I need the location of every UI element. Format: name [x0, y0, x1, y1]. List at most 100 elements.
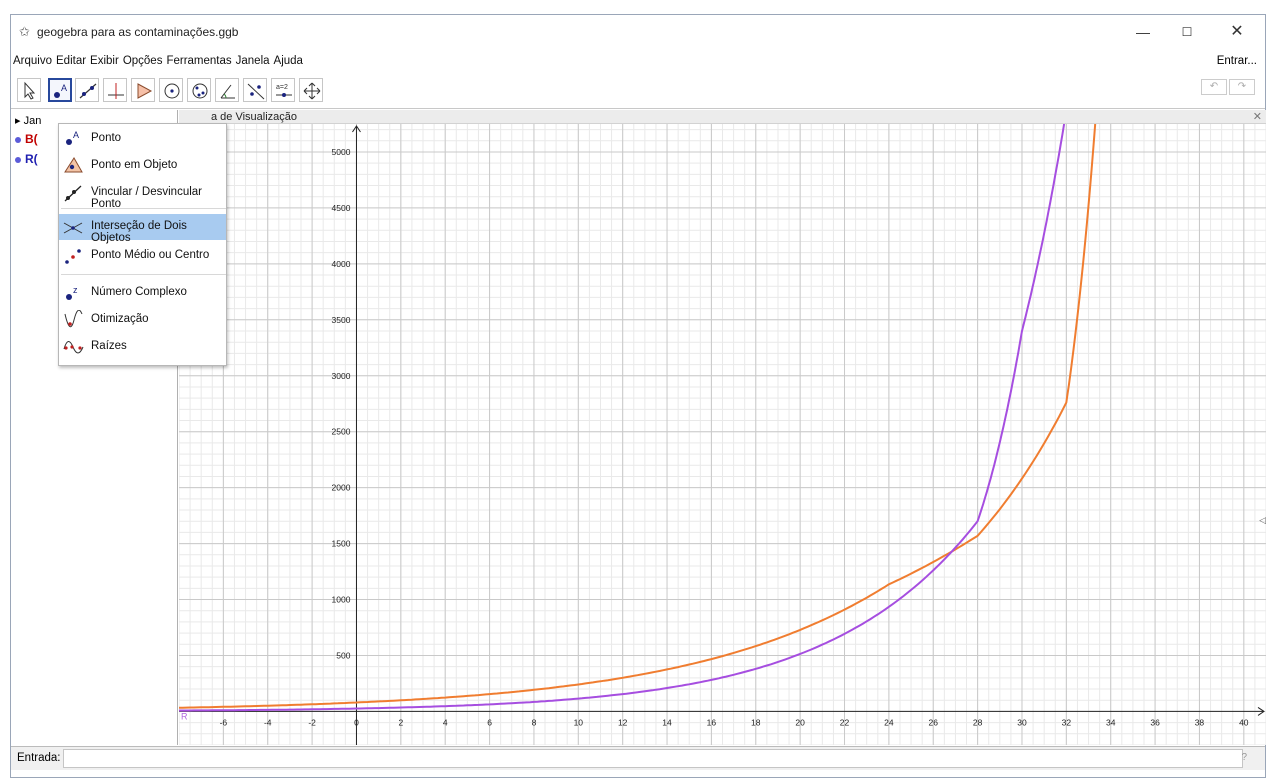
dropdown-item-vincular[interactable]: Vincular / Desvincular Ponto: [59, 180, 226, 210]
x-tick-label: 16: [707, 717, 717, 727]
reflect-tool-button[interactable]: [243, 78, 267, 102]
y-tick-label: 2000: [332, 483, 351, 493]
optimization-icon: [64, 310, 83, 328]
visibility-dot-icon[interactable]: [15, 136, 21, 143]
x-tick-label: 38: [1195, 717, 1205, 727]
dropdown-separator: [61, 208, 226, 209]
undo-button[interactable]: ↶: [1201, 79, 1227, 95]
x-tick-label: 30: [1017, 717, 1027, 727]
svg-text:a=2: a=2: [276, 84, 288, 91]
dropdown-item-otimizacao[interactable]: Otimização: [59, 307, 226, 333]
maximize-button[interactable]: ☐: [1165, 19, 1209, 45]
y-tick-label: 1500: [332, 539, 351, 549]
x-tick-label: 32: [1062, 717, 1072, 727]
geogebra-logo-icon: ✩: [19, 24, 30, 39]
angle-tool-icon: [220, 84, 235, 99]
x-tick-label: -2: [308, 717, 316, 727]
dropdown-item-ponto-medio[interactable]: Ponto Médio ou Centro: [59, 243, 226, 269]
circle-tool-icon: [164, 83, 180, 99]
conic-tool-button[interactable]: [187, 78, 211, 102]
dropdown-separator: [61, 274, 226, 275]
x-tick-label: 40: [1239, 717, 1249, 727]
x-tick-label: -6: [220, 717, 228, 727]
x-tick-label: 12: [618, 717, 628, 727]
menu-opcoes[interactable]: Opções: [121, 52, 165, 70]
visibility-dot-icon[interactable]: [15, 156, 21, 163]
graphics-close-icon[interactable]: ✕: [1253, 110, 1262, 124]
menu-exibir[interactable]: Exibir: [88, 52, 121, 70]
y-tick-label: 5000: [332, 147, 351, 157]
move-view-tool-icon: [303, 82, 321, 100]
x-tick-label: 18: [751, 717, 761, 727]
menu-ferramentas[interactable]: Ferramentas: [164, 52, 233, 70]
svg-text:A: A: [61, 83, 67, 93]
point-tool-button[interactable]: A: [48, 78, 72, 102]
slider-tool-icon: a=2: [276, 84, 292, 97]
slider-tool-button[interactable]: a=2: [271, 78, 295, 102]
x-tick-label: 34: [1106, 717, 1116, 727]
point-tools-dropdown: A Ponto Ponto em Objeto Vincular / Desvi…: [58, 123, 227, 366]
x-tick-label: 22: [840, 717, 850, 727]
graph-canvas[interactable]: -6 -4 -2 0 2 4 6 8 10 12 14 16 18 20 22 24 26 28 30 32 34 36 3…: [179, 124, 1266, 745]
intersect-icon: [63, 222, 83, 234]
input-bar: Entrada: ?: [11, 746, 1265, 770]
x-tick-label: -4: [264, 717, 272, 727]
circle-tool-button[interactable]: [159, 78, 183, 102]
angle-tool-button[interactable]: [215, 78, 239, 102]
x-tick-label: 10: [574, 717, 584, 727]
line-tool-button[interactable]: [75, 78, 99, 102]
move-tool-button[interactable]: [17, 78, 41, 102]
dropdown-item-raizes[interactable]: Raízes: [59, 334, 226, 360]
x-tick-label: 14: [662, 717, 672, 727]
complex-number-icon: z: [66, 285, 78, 300]
origin-label: R: [181, 711, 188, 721]
y-tick-label: 3000: [332, 371, 351, 381]
x-tick-label: 0: [354, 717, 359, 727]
dropdown-item-numero-complexo[interactable]: z Número Complexo: [59, 280, 226, 306]
midpoint-icon: [65, 249, 81, 264]
polygon-tool-button[interactable]: [131, 78, 155, 102]
collapse-arrow-icon[interactable]: ◁: [1259, 515, 1266, 526]
polygon-tool-icon: [137, 83, 153, 99]
y-tick-label: 2500: [332, 427, 351, 437]
x-tick-label: 24: [884, 717, 894, 727]
perpendicular-tool-button[interactable]: [103, 78, 127, 102]
point-tool-icon: A: [54, 83, 67, 98]
menu-editar[interactable]: Editar: [54, 52, 88, 70]
attach-detach-point-icon: [64, 185, 82, 202]
graphics-view[interactable]: a de Visualização ✕ -6 -4 -2 0 2 4 6 8 10 12 14 16 1…: [179, 110, 1266, 745]
minimize-button[interactable]: —: [1121, 19, 1165, 45]
window-title: geogebra para as contaminações.ggb: [37, 25, 239, 39]
dropdown-item-ponto[interactable]: A Ponto: [59, 126, 226, 152]
menu-janela[interactable]: Janela: [234, 52, 272, 70]
x-tick-label: 26: [929, 717, 939, 727]
conic-tool-icon: [192, 83, 208, 99]
menu-arquivo[interactable]: Arquivo: [11, 52, 54, 70]
toolbar: A a=2 ↶ ↷: [11, 75, 1265, 109]
help-icon[interactable]: ?: [1241, 752, 1247, 763]
menu-bar: Arquivo Editar Exibir Opções Ferramentas…: [11, 52, 1265, 70]
algebra-header[interactable]: ▸ Jan: [15, 114, 41, 127]
svg-text:A: A: [73, 130, 79, 140]
algebra-item-r[interactable]: R(: [15, 152, 38, 166]
y-tick-label: 4500: [332, 203, 351, 213]
input-field[interactable]: [63, 749, 1243, 768]
y-tick-label: 3500: [332, 315, 351, 325]
x-tick-label: 28: [973, 717, 983, 727]
algebra-item-b[interactable]: B(: [15, 132, 38, 146]
x-tick-label: 8: [532, 717, 537, 727]
point-on-object-icon: [64, 157, 83, 173]
line-tool-icon: [79, 83, 97, 99]
close-button[interactable]: ✕: [1215, 19, 1259, 45]
y-tick-label: 500: [336, 650, 350, 660]
y-tick-label: 1000: [332, 595, 351, 605]
point-icon: A: [66, 130, 79, 145]
move-view-tool-button[interactable]: [299, 78, 323, 102]
dropdown-item-ponto-em-objeto[interactable]: Ponto em Objeto: [59, 153, 226, 179]
redo-button[interactable]: ↷: [1229, 79, 1255, 95]
dropdown-item-intersecao[interactable]: Interseção de Dois Objetos: [59, 214, 226, 244]
menu-ajuda[interactable]: Ajuda: [272, 52, 305, 70]
title-bar: ✩ geogebra para as contaminações.ggb — ☐…: [11, 15, 1265, 49]
x-tick-label: 6: [487, 717, 492, 727]
sign-in-link[interactable]: Entrar...: [1217, 52, 1257, 70]
